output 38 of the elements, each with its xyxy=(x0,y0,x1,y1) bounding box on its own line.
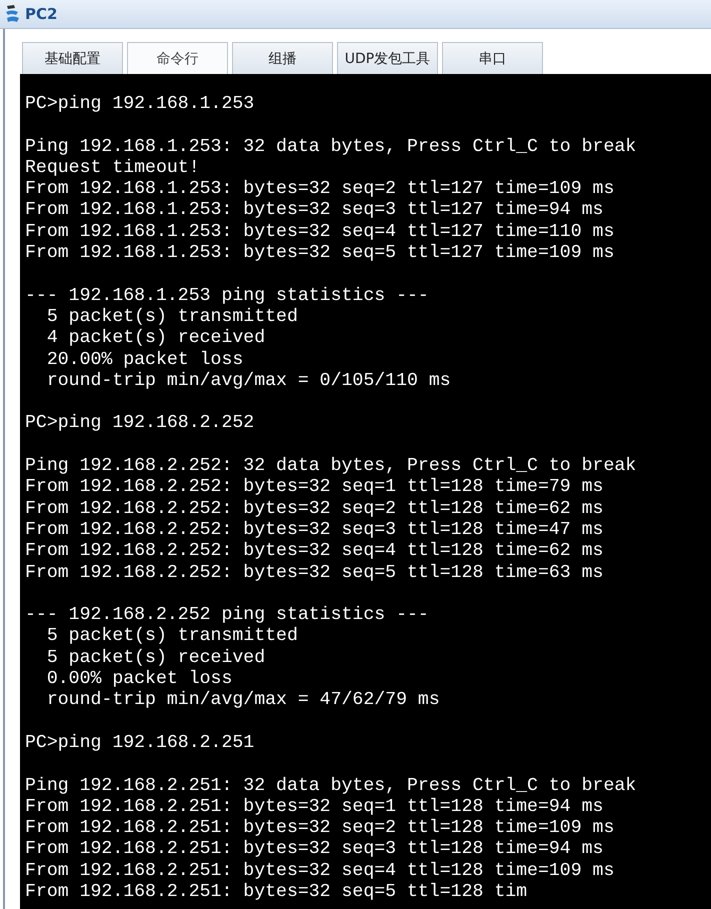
tab[interactable]: UDP发包工具 xyxy=(337,42,438,74)
terminal-line: Request timeout! xyxy=(25,158,200,180)
terminal-line: From 192.168.2.251: bytes=32 seq=1 ttl=128 time=94 ms xyxy=(25,796,604,818)
terminal-line: 5 packet(s) received xyxy=(46,648,266,670)
terminal-line: round-trip min/avg/max = 0/105/110 ms xyxy=(46,370,451,392)
terminal-line: round-trip min/avg/max = 47/62/79 ms xyxy=(46,690,440,712)
terminal-line: Ping 192.168.1.253: 32 data bytes, Press Ctrl_C to break xyxy=(25,136,636,158)
terminal-line: PC>ping 192.168.1.253 xyxy=(25,94,254,116)
terminal-line: From 192.168.1.253: bytes=32 seq=3 ttl=127 time=94 ms xyxy=(25,200,604,222)
terminal-line: 4 packet(s) received xyxy=(46,328,266,350)
terminal-line: PC>ping 192.168.2.252 xyxy=(25,413,254,435)
tab[interactable]: 命令行 xyxy=(127,42,228,74)
terminal-line: From 192.168.1.253: bytes=32 seq=5 ttl=127 time=109 ms xyxy=(25,243,614,264)
terminal-line: Ping 192.168.2.251: 32 data bytes, Press Ctrl_C to break xyxy=(25,776,636,797)
terminal-line: 5 packet(s) transmitted xyxy=(46,626,298,648)
terminal-line: From 192.168.2.252: bytes=32 seq=4 ttl=128 time=62 ms xyxy=(25,541,604,563)
terminal-line: From 192.168.1.253: bytes=32 seq=4 ttl=127 time=110 ms xyxy=(25,222,614,244)
terminal-line: From 192.168.2.251: bytes=32 seq=5 ttl=128 tim xyxy=(25,882,528,904)
terminal-line: From 192.168.2.252: bytes=32 seq=2 ttl=128 time=62 ms xyxy=(25,498,604,520)
tab[interactable]: 串口 xyxy=(442,42,543,74)
tab[interactable]: 组播 xyxy=(232,42,333,74)
terminal-line: From 192.168.2.252: bytes=32 seq=1 ttl=128 time=79 ms xyxy=(25,477,604,499)
window-title: PC2 xyxy=(25,5,58,23)
terminal-line: --- 192.168.1.253 ping statistics --- xyxy=(25,286,429,307)
terminal-line: From 192.168.1.253: bytes=32 seq=2 ttl=127 time=109 ms xyxy=(25,179,614,200)
app-icon xyxy=(4,4,22,24)
terminal-line: From 192.168.2.252: bytes=32 seq=3 ttl=128 time=47 ms xyxy=(25,520,604,542)
terminal-line: --- 192.168.2.252 ping statistics --- xyxy=(25,605,429,626)
terminal-line: 20.00% packet loss xyxy=(46,350,244,371)
terminal-line: Ping 192.168.2.252: 32 data bytes, Press Ctrl_C to break xyxy=(25,456,636,478)
terminal-line: From 192.168.2.251: bytes=32 seq=2 ttl=128 time=109 ms xyxy=(25,818,614,840)
tab[interactable]: 基础配置 xyxy=(22,42,123,74)
terminal-line: PC>ping 192.168.2.251 xyxy=(25,732,254,754)
terminal-line: 0.00% packet loss xyxy=(46,669,232,690)
terminal-line: 5 packet(s) transmitted xyxy=(46,306,298,328)
terminal-line: From 192.168.2.252: bytes=32 seq=5 ttl=128 time=63 ms xyxy=(25,562,604,584)
terminal-line: From 192.168.2.251: bytes=32 seq=4 ttl=128 time=109 ms xyxy=(25,860,614,882)
terminal-line: From 192.168.2.251: bytes=32 seq=3 ttl=128 time=94 ms xyxy=(25,839,604,861)
